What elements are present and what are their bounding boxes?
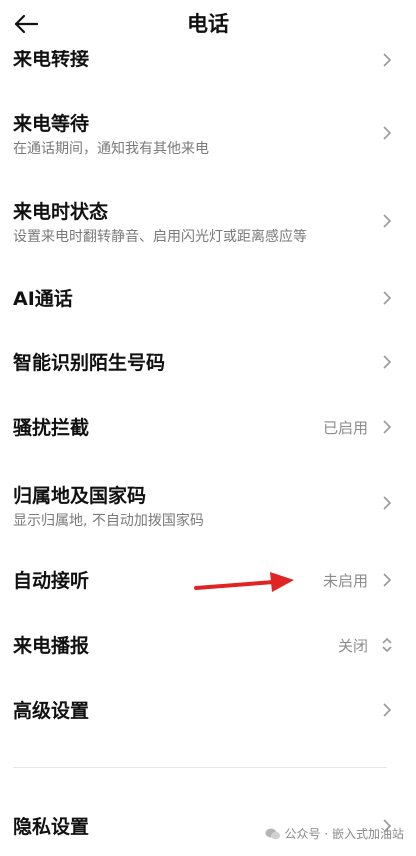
row-incoming-call-state[interactable]: 来电时状态 设置来电时翻转静音、启用闪光灯或距离感应等 — [0, 188, 416, 254]
row-title: 自动接听 — [13, 570, 90, 592]
watermark-text: 公众号 · 嵌入式加油站 — [284, 827, 404, 841]
chevron-updown-icon — [382, 637, 392, 653]
row-title: 骚扰拦截 — [13, 417, 90, 439]
row-title: 智能识别陌生号码 — [13, 352, 166, 374]
chevron-right-icon — [383, 291, 392, 305]
chevron-right-icon — [383, 703, 392, 717]
row-advanced-settings[interactable]: 高级设置 — [0, 688, 416, 732]
row-call-waiting[interactable]: 来电等待 在通话期间，通知我有其他来电 — [0, 100, 416, 166]
chevron-right-icon — [383, 420, 392, 434]
row-title: AI通话 — [13, 288, 73, 310]
row-status-value: 已启用 — [322, 419, 368, 437]
chevron-right-icon — [383, 126, 392, 140]
chevron-right-icon — [383, 573, 392, 587]
row-title: 来电播报 — [13, 635, 90, 657]
annotation-arrow-icon — [194, 572, 294, 592]
settings-list: 来电转接 来电等待 在通话期间，通知我有其他来电 来电时状态 设置来电时翻转静音… — [0, 0, 416, 856]
row-title: 隐私设置 — [13, 816, 90, 838]
chevron-right-icon — [383, 53, 392, 67]
row-subtitle: 设置来电时翻转静音、启用闪光灯或距离感应等 — [13, 229, 307, 245]
row-status-value: 未启用 — [322, 572, 368, 590]
section-divider — [13, 767, 387, 768]
chevron-right-icon — [383, 496, 392, 510]
row-title: 归属地及国家码 — [13, 485, 147, 507]
row-harassment-block[interactable]: 骚扰拦截 已启用 — [0, 405, 416, 449]
wechat-icon — [265, 828, 280, 839]
chevron-right-icon — [383, 355, 392, 369]
page-title: 电话 — [187, 12, 229, 36]
watermark: 公众号 · 嵌入式加油站 — [265, 825, 404, 842]
chevron-right-icon — [383, 214, 392, 228]
row-smart-unknown-number[interactable]: 智能识别陌生号码 — [0, 340, 416, 384]
row-location-country-code[interactable]: 归属地及国家码 显示归属地, 不自动加拨国家码 — [0, 472, 416, 538]
row-subtitle: 显示归属地, 不自动加拨国家码 — [13, 513, 204, 529]
row-title: 高级设置 — [13, 700, 90, 722]
row-status-value: 关闭 — [337, 637, 368, 655]
row-ai-call[interactable]: AI通话 — [0, 276, 416, 320]
row-subtitle: 在通话期间，通知我有其他来电 — [13, 141, 209, 157]
row-title: 来电等待 — [13, 113, 90, 135]
top-bar: 电话 — [0, 0, 416, 50]
row-caller-announcement[interactable]: 来电播报 关闭 — [0, 623, 416, 667]
row-title: 来电时状态 — [13, 201, 109, 223]
